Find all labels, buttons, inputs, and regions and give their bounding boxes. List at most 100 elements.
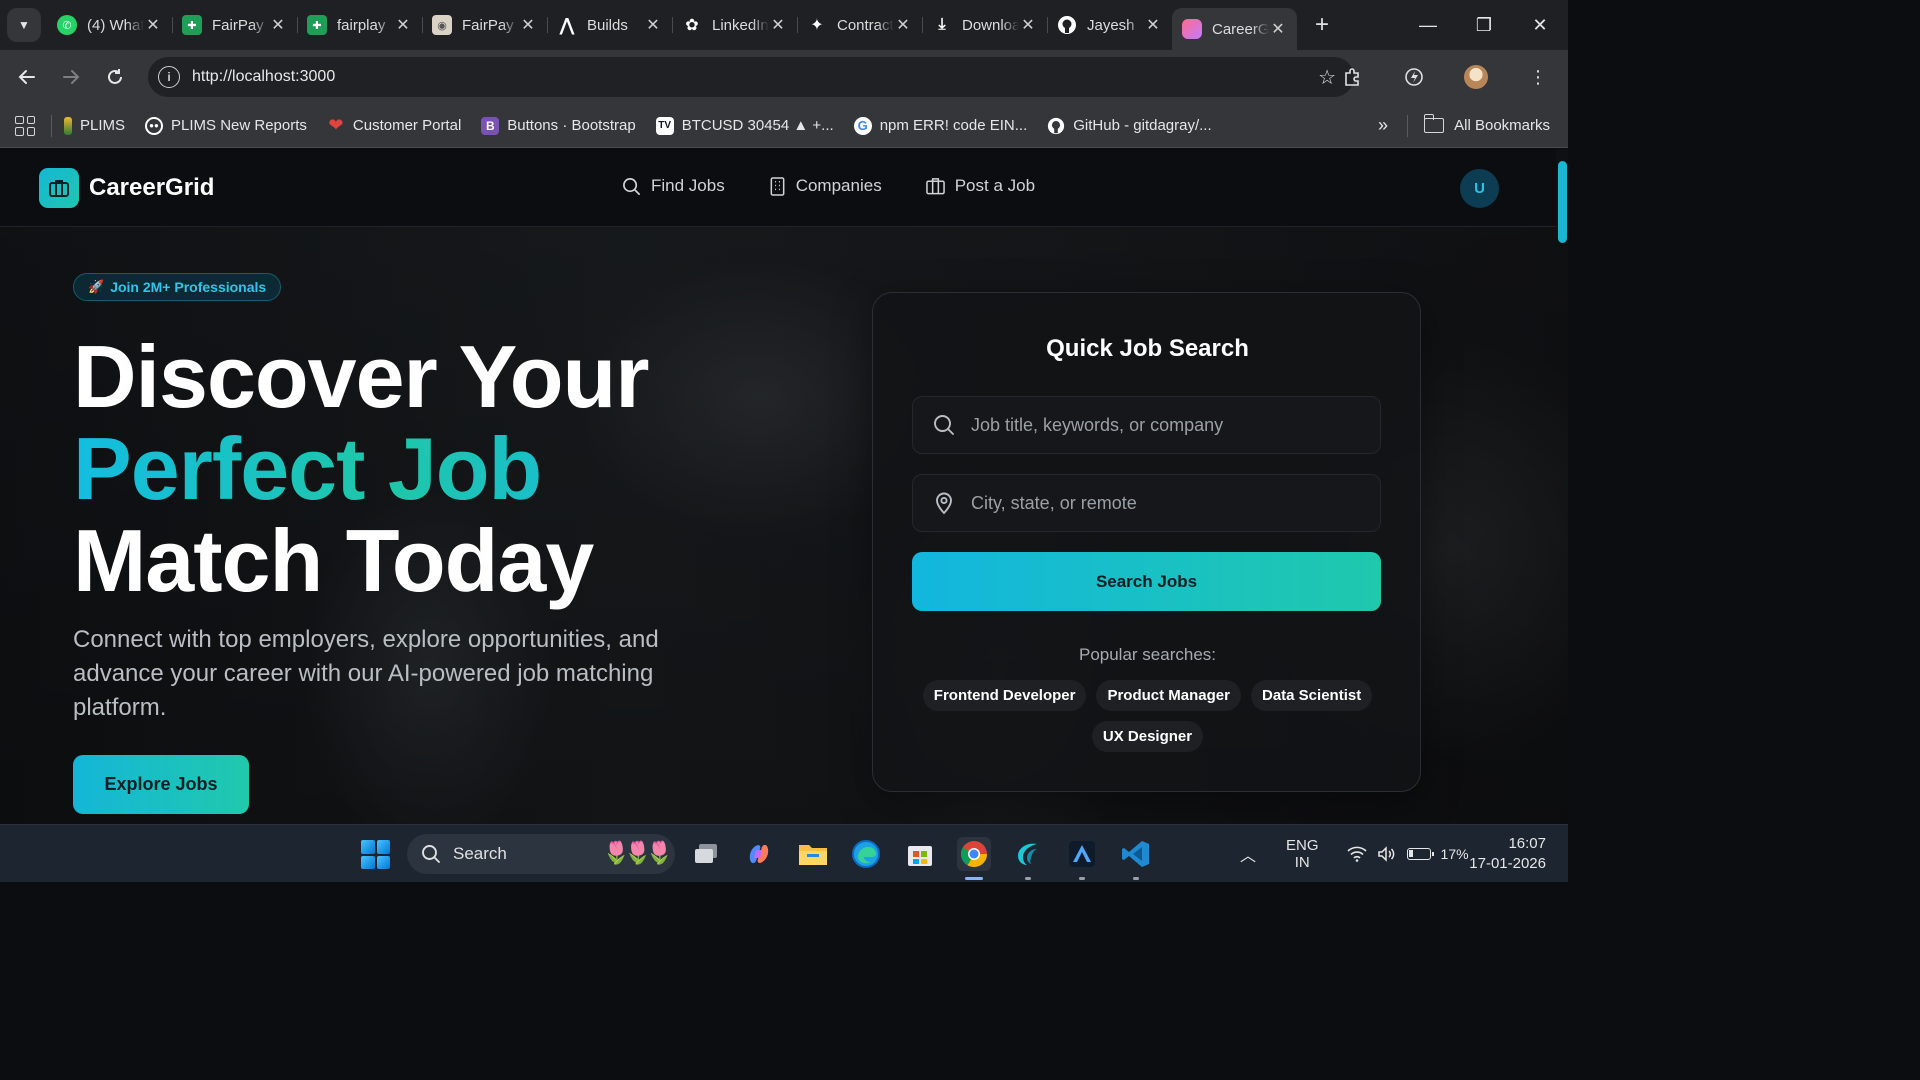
page-icon: ◉ xyxy=(432,15,452,35)
task-view-icon[interactable] xyxy=(689,837,723,871)
page-scrollbar[interactable] xyxy=(1556,149,1568,824)
kebab-menu-icon[interactable]: ⋮ xyxy=(1520,59,1556,95)
reload-button[interactable] xyxy=(98,60,132,94)
location-input[interactable] xyxy=(971,492,1371,514)
tab-fairplay-sheet[interactable]: ✚ fairplay ✕ xyxy=(297,7,422,43)
bookmark-label: GitHub - gitdagray/... xyxy=(1073,117,1212,134)
extensions-icon[interactable] xyxy=(1334,59,1370,95)
download-icon: ⤓ xyxy=(938,16,946,33)
tab-search-button[interactable]: ▼ xyxy=(7,8,41,42)
back-button[interactable] xyxy=(10,60,44,94)
close-icon[interactable]: ✕ xyxy=(269,15,287,35)
tab-title: Downloads xyxy=(962,16,1019,34)
close-icon[interactable]: ✕ xyxy=(644,15,662,35)
vercel-app-icon[interactable] xyxy=(1065,837,1099,880)
chat-icon: ●● xyxy=(145,116,164,135)
edge-icon[interactable] xyxy=(849,837,883,871)
close-icon[interactable]: ✕ xyxy=(1144,15,1162,35)
scrollbar-thumb[interactable] xyxy=(1558,161,1567,243)
more-bookmarks-button[interactable]: » xyxy=(1378,115,1388,136)
nav-label: Companies xyxy=(795,176,882,195)
bookmark-bootstrap[interactable]: B Buttons · Bootstrap xyxy=(481,116,636,135)
site-info-icon[interactable]: i xyxy=(158,66,180,88)
nav-companies[interactable]: Companies xyxy=(769,176,882,196)
close-icon[interactable]: ✕ xyxy=(769,15,787,35)
restore-button[interactable]: ❐ xyxy=(1456,0,1512,50)
tab-builds[interactable]: ⋀ Builds ✕ xyxy=(547,7,672,43)
page-viewport: CareerGrid Find Jobs Companies Post a Jo… xyxy=(0,149,1568,824)
address-url[interactable]: http://localhost:3000 xyxy=(192,68,335,86)
close-icon[interactable]: ✕ xyxy=(1019,15,1037,35)
system-tray: ︿ ENG IN 17% xyxy=(1240,825,1469,883)
tab-whatsapp[interactable]: ✆ (4) WhatsApp ✕ xyxy=(47,7,172,43)
chevron-up-icon[interactable]: ︿ xyxy=(1240,842,1256,866)
user-avatar[interactable]: U xyxy=(1460,169,1499,208)
close-icon[interactable]: ✕ xyxy=(144,15,162,35)
chrome-icon[interactable] xyxy=(957,837,991,880)
minimize-button[interactable]: — xyxy=(1400,0,1456,50)
clock-date: 17-01-2026 xyxy=(1469,855,1546,872)
quick-search-card: Quick Job Search Search Jobs Popular sea… xyxy=(872,292,1421,792)
address-bar[interactable]: i http://localhost:3000 ☆ xyxy=(148,57,1354,97)
microsoft-store-icon[interactable] xyxy=(903,837,937,871)
close-icon[interactable]: ✕ xyxy=(894,15,912,35)
nav-find-jobs[interactable]: Find Jobs xyxy=(622,176,725,196)
bookmark-btcusd[interactable]: TV BTCUSD 30454 ▲ +... xyxy=(655,116,834,135)
bookmark-customer-portal[interactable]: ❤ Customer Portal xyxy=(327,115,461,135)
chip-data-scientist[interactable]: Data Scientist xyxy=(1251,680,1373,711)
new-tab-button[interactable]: + xyxy=(1305,8,1339,42)
browser-toolbar: i http://localhost:3000 ☆ ⋮ xyxy=(0,50,1568,104)
vscode-icon[interactable] xyxy=(1119,837,1153,880)
chip-ux-designer[interactable]: UX Designer xyxy=(1091,721,1204,752)
sublime-wave-icon[interactable] xyxy=(1011,837,1045,880)
bookmark-npm-err[interactable]: G npm ERR! code EIN... xyxy=(853,116,1027,135)
close-icon[interactable]: ✕ xyxy=(1269,19,1287,39)
close-icon[interactable]: ✕ xyxy=(519,15,537,35)
tab-fairpay-page[interactable]: ◉ FairPay ✕ xyxy=(422,7,547,43)
close-icon[interactable]: ✕ xyxy=(394,15,412,35)
openai-icon: ✿ xyxy=(685,17,699,34)
performance-icon[interactable] xyxy=(1396,59,1432,95)
tab-title: Builds xyxy=(587,16,628,34)
copilot-icon[interactable] xyxy=(742,837,776,871)
search-jobs-button[interactable]: Search Jobs xyxy=(912,552,1381,611)
language-indicator[interactable]: ENG IN xyxy=(1286,837,1319,871)
bookmark-github-gitdagray[interactable]: GitHub - gitdagray/... xyxy=(1047,117,1212,135)
chip-product-manager[interactable]: Product Manager xyxy=(1096,680,1241,711)
tab-title: CareerGrid xyxy=(1212,20,1269,38)
close-window-button[interactable]: ✕ xyxy=(1512,0,1568,50)
keyword-input[interactable] xyxy=(971,414,1371,436)
all-bookmarks-button[interactable]: All Bookmarks xyxy=(1423,114,1550,134)
hero-badge: 🚀 Join 2M+ Professionals xyxy=(73,273,282,301)
region-code: IN xyxy=(1294,854,1310,871)
start-button[interactable] xyxy=(361,840,390,869)
bookmark-label: Buttons · Bootstrap xyxy=(507,117,636,134)
file-explorer-icon[interactable] xyxy=(796,837,830,871)
language-code: ENG xyxy=(1286,837,1319,854)
tab-fairpay-sheet[interactable]: ✚ FairPay ✕ xyxy=(172,7,297,43)
forward-button[interactable] xyxy=(54,60,88,94)
tab-downloads[interactable]: ⤓ Downloads ✕ xyxy=(922,7,1047,43)
headline-accent: Perfect Job xyxy=(73,423,649,515)
bookmark-plims[interactable]: PLIMS xyxy=(64,116,125,135)
chip-frontend-developer[interactable]: Frontend Developer xyxy=(922,680,1087,711)
explore-jobs-button[interactable]: Explore Jobs xyxy=(73,755,249,814)
all-bookmarks-label: All Bookmarks xyxy=(1454,117,1550,134)
tray-status-icons[interactable]: 17% xyxy=(1346,846,1469,862)
keyword-field[interactable] xyxy=(912,396,1381,454)
taskbar-search[interactable]: Search 🌷🌷🌷 xyxy=(407,834,675,874)
tab-contracts[interactable]: ✦ Contracts ✕ xyxy=(797,7,922,43)
bookmark-plims-new-reports[interactable]: ●● PLIMS New Reports xyxy=(145,116,307,135)
location-field[interactable] xyxy=(912,474,1381,532)
nav-post-job[interactable]: Post a Job xyxy=(925,176,1036,196)
nav-label: Post a Job xyxy=(954,176,1036,195)
apps-grid-icon[interactable] xyxy=(15,115,35,136)
tab-linkedin[interactable]: ✿ LinkedIn ✕ xyxy=(672,7,797,43)
profile-avatar[interactable] xyxy=(1458,59,1494,95)
headline-line-3: Match Today xyxy=(73,511,594,610)
taskbar-clock[interactable]: 16:07 17-01-2026 xyxy=(1462,834,1546,874)
clock-time: 16:07 xyxy=(1508,835,1546,852)
tab-careergrid[interactable]: CareerGrid ✕ xyxy=(1172,8,1297,50)
site-logo[interactable]: CareerGrid xyxy=(39,168,214,208)
tab-github[interactable]: Jayesh ✕ xyxy=(1047,7,1172,43)
